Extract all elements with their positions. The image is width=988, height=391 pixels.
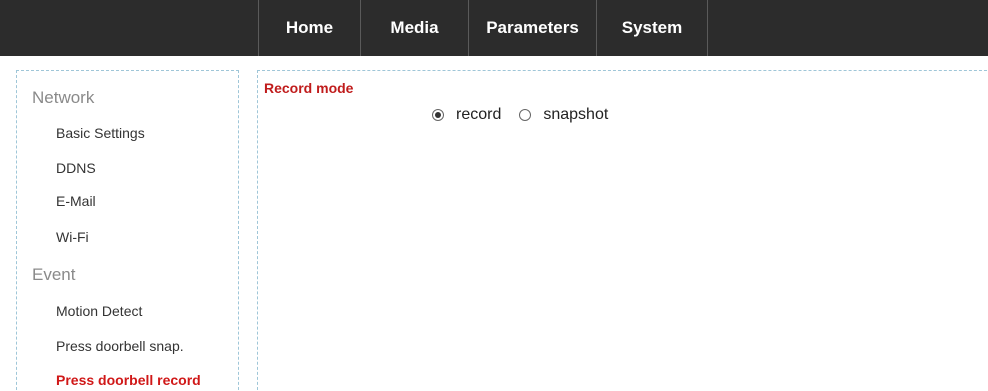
nav-parameters[interactable]: Parameters <box>468 0 596 56</box>
snapshot-radio[interactable] <box>519 109 532 121</box>
sidebar-item-wifi[interactable]: Wi-Fi <box>56 229 89 245</box>
nav-system-label: System <box>621 18 683 37</box>
sidebar-item-ddns[interactable]: DDNS <box>56 160 96 176</box>
record-radio-label[interactable]: record <box>456 106 501 124</box>
sidebar-item-press-doorbell-record[interactable]: Press doorbell record <box>56 372 201 388</box>
nav-home-label: Home <box>285 18 334 37</box>
nav-system[interactable]: System <box>596 0 708 56</box>
content-panel <box>257 70 988 391</box>
sidebar-item-basic-settings[interactable]: Basic Settings <box>56 125 145 141</box>
sidebar-item-press-doorbell-snap[interactable]: Press doorbell snap. <box>56 338 184 354</box>
main-nav: Home Media Parameters System <box>258 0 708 56</box>
record-radio[interactable] <box>432 109 444 121</box>
snapshot-radio-label[interactable]: snapshot <box>543 106 608 124</box>
record-mode-radio-group: record snapshot <box>432 106 608 124</box>
nav-media[interactable]: Media <box>360 0 468 56</box>
sidebar-group-event: Event <box>32 265 76 284</box>
radio-selected-dot <box>435 112 441 118</box>
section-title: Record mode <box>264 80 354 96</box>
top-navigation-bar: Home Media Parameters System <box>0 0 988 56</box>
sidebar-item-email[interactable]: E-Mail <box>56 193 96 209</box>
sidebar-group-network: Network <box>32 88 95 107</box>
sidebar: Network Basic Settings DDNS E-Mail Wi-Fi… <box>16 70 239 391</box>
nav-home[interactable]: Home <box>258 0 360 56</box>
sidebar-item-motion-detect[interactable]: Motion Detect <box>56 303 142 319</box>
nav-media-label: Media <box>390 18 439 37</box>
nav-parameters-label: Parameters <box>486 18 579 37</box>
